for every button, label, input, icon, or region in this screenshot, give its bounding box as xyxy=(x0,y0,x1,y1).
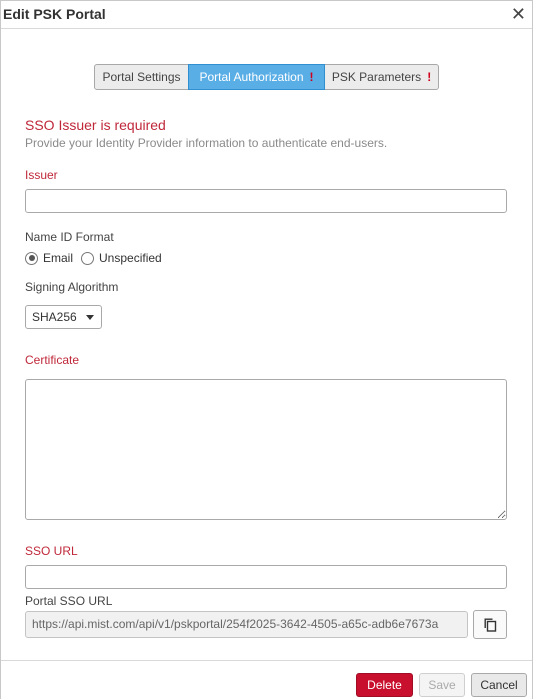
issuer-input[interactable] xyxy=(25,189,507,213)
copy-button[interactable] xyxy=(473,610,507,639)
dialog-footer: Delete Save Cancel xyxy=(1,660,532,699)
tab-portal-settings[interactable]: Portal Settings xyxy=(94,64,189,90)
tab-label: PSK Parameters xyxy=(331,70,422,84)
tab-label: Portal Authorization xyxy=(199,70,304,84)
warning-icon: ! xyxy=(309,70,314,84)
chevron-down-icon xyxy=(86,315,94,320)
error-message: SSO Issuer is required xyxy=(25,117,166,133)
tab-label: Portal Settings xyxy=(102,70,181,84)
sso-url-input[interactable] xyxy=(25,565,507,589)
close-icon[interactable]: ✕ xyxy=(511,3,526,25)
dialog-title: Edit PSK Portal xyxy=(3,6,106,22)
tab-bar: Portal Settings Portal Authorization ! P… xyxy=(94,64,439,90)
signing-algorithm-select[interactable]: SHA256 xyxy=(25,305,102,329)
delete-button[interactable]: Delete xyxy=(356,673,413,697)
radio-unspecified[interactable] xyxy=(81,251,95,265)
select-value: SHA256 xyxy=(32,310,77,324)
portal-sso-url-label: Portal SSO URL xyxy=(25,594,113,608)
radio-email[interactable] xyxy=(25,251,38,265)
signing-algorithm-label: Signing Algorithm xyxy=(25,280,119,294)
tab-portal-authorization[interactable]: Portal Authorization ! xyxy=(188,64,325,90)
certificate-label: Certificate xyxy=(25,353,80,367)
dialog-header: Edit PSK Portal ✕ xyxy=(1,1,532,29)
name-id-format-group: Email Unspecified xyxy=(25,251,170,265)
tab-psk-parameters[interactable]: PSK Parameters ! xyxy=(324,64,439,90)
warning-icon: ! xyxy=(427,70,432,84)
certificate-textarea[interactable] xyxy=(25,379,507,520)
help-text: Provide your Identity Provider informati… xyxy=(25,136,388,150)
radio-unspecified-label[interactable]: Unspecified xyxy=(99,251,162,265)
portal-sso-url-field[interactable]: https://api.mist.com/api/v1/pskportal/25… xyxy=(25,611,468,638)
cancel-button[interactable]: Cancel xyxy=(471,673,527,697)
issuer-label: Issuer xyxy=(25,168,58,182)
radio-email-label[interactable]: Email xyxy=(43,251,73,265)
copy-icon xyxy=(484,618,497,632)
sso-url-label: SSO URL xyxy=(25,544,78,558)
save-button[interactable]: Save xyxy=(419,673,465,697)
edit-psk-portal-dialog: Edit PSK Portal ✕ Portal Settings Portal… xyxy=(0,0,533,699)
name-id-format-label: Name ID Format xyxy=(25,230,114,244)
